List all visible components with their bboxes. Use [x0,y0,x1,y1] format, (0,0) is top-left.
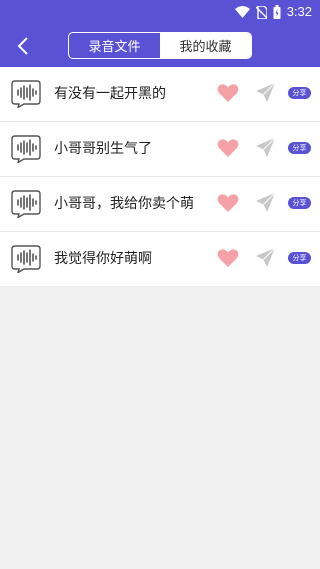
status-time: 3:32 [286,4,312,19]
voice-message-icon [11,135,41,163]
recording-title: 小哥哥，我给你卖个萌 [54,196,194,212]
voice-message-icon [11,190,41,218]
tab-favorites[interactable]: 我的收藏 [160,33,251,58]
back-button[interactable] [8,31,38,61]
voice-message-icon [11,80,41,108]
list-item[interactable]: 小哥哥别生气了 分享 [0,122,320,177]
status-bar: 3:32 [0,0,320,24]
heart-icon[interactable] [217,83,239,103]
share-button[interactable]: 分享 [288,142,311,154]
battery-icon [273,5,281,19]
heart-icon[interactable] [217,248,239,268]
voice-message-icon [11,245,41,273]
share-button[interactable]: 分享 [288,197,311,209]
list-item[interactable]: 有没有一起开黑的 分享 [0,67,320,122]
tab-recordings[interactable]: 录音文件 [69,33,160,58]
list-item[interactable]: 小哥哥，我给你卖个萌 分享 [0,177,320,232]
status-icons: 3:32 [234,4,312,20]
recording-title: 有没有一起开黑的 [54,86,166,102]
send-icon[interactable] [255,192,276,213]
app-header: 录音文件 我的收藏 [0,24,320,67]
no-sim-icon [255,5,267,19]
heart-icon[interactable] [217,138,239,158]
send-icon[interactable] [255,82,276,103]
share-button[interactable]: 分享 [288,252,311,264]
segmented-tabs: 录音文件 我的收藏 [68,32,252,59]
chevron-left-icon [17,37,28,55]
send-icon[interactable] [255,247,276,268]
send-icon[interactable] [255,137,276,158]
share-button[interactable]: 分享 [288,87,311,99]
recording-title: 我觉得你好萌啊 [54,251,152,267]
recording-title: 小哥哥别生气了 [54,141,152,157]
wifi-icon [234,6,250,18]
heart-icon[interactable] [217,193,239,213]
favorites-list: 有没有一起开黑的 分享 小哥哥别生气了 分享 小哥哥，我给你卖个萌 分享 我觉得… [0,67,320,286]
list-item[interactable]: 我觉得你好萌啊 分享 [0,232,320,286]
